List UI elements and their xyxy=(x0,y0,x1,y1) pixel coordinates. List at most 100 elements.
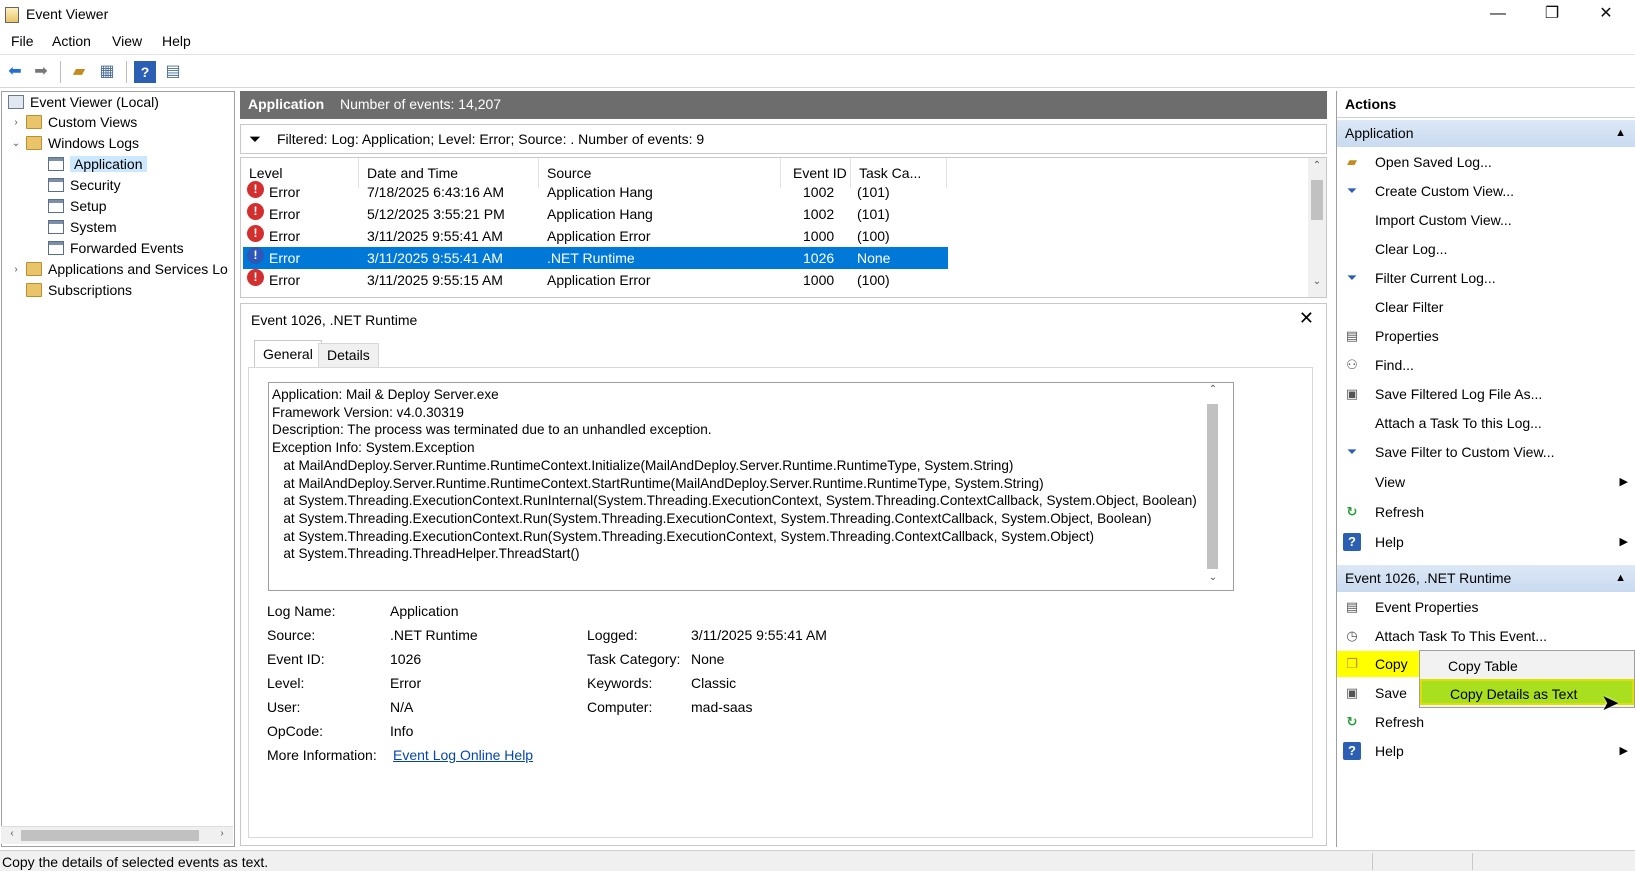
action-event-properties[interactable]: ▤ Event Properties xyxy=(1337,594,1635,620)
event-detail-title: Event 1026, .NET Runtime xyxy=(251,312,418,328)
table-row[interactable]: ! Error 7/18/2025 6:43:16 AM Application… xyxy=(243,181,948,203)
menu-help[interactable]: Help xyxy=(162,33,191,49)
action-save-filtered-log[interactable]: ▣ Save Filtered Log File As... xyxy=(1337,381,1635,407)
folder-icon xyxy=(26,115,42,129)
restore-button[interactable]: ❐ xyxy=(1529,0,1575,30)
tree-root-event-viewer[interactable]: Event Viewer (Local) xyxy=(8,92,159,113)
close-button[interactable]: ✕ xyxy=(1583,0,1629,30)
action-save-filter-to-custom-view[interactable]: ⏷ Save Filter to Custom View... xyxy=(1337,439,1635,465)
submenu-copy-table[interactable]: Copy Table xyxy=(1420,653,1634,679)
action-clear-log[interactable]: Clear Log... xyxy=(1337,236,1635,262)
action-attach-task-to-log[interactable]: Attach a Task To this Log... xyxy=(1337,410,1635,436)
help-icon[interactable]: ? xyxy=(134,61,156,83)
event-id-value: 1026 xyxy=(390,651,422,667)
log-name-value: Application xyxy=(390,603,459,619)
tree-apps-services[interactable]: › Applications and Services Lo xyxy=(10,259,227,280)
actions-section-event[interactable]: Event 1026, .NET Runtime ▲ xyxy=(1337,565,1635,592)
tree-system[interactable]: System xyxy=(48,217,117,238)
action-import-custom-view[interactable]: Import Custom View... xyxy=(1337,207,1635,233)
tree-security[interactable]: Security xyxy=(48,175,121,196)
console-tree: Event Viewer (Local) › Custom Views ⌄ Wind… xyxy=(1,91,235,847)
show-hide-action-pane-icon[interactable]: ▤ xyxy=(162,61,184,83)
tree-horizontal-scrollbar[interactable]: ‹ › xyxy=(1,826,233,844)
scroll-down-icon[interactable]: ⌄ xyxy=(1204,572,1222,583)
error-icon: ! xyxy=(247,203,264,220)
tree-subscriptions[interactable]: Subscriptions xyxy=(26,280,132,301)
action-open-saved-log[interactable]: ▰ Open Saved Log... xyxy=(1337,149,1635,175)
scrollbar-thumb[interactable] xyxy=(1311,180,1323,220)
forward-arrow-icon[interactable]: ➡ xyxy=(30,61,52,83)
menu-action[interactable]: Action xyxy=(52,33,91,49)
field-label: Log Name: xyxy=(267,603,336,619)
log-name: Application xyxy=(248,96,325,112)
event-log-online-help-link[interactable]: Event Log Online Help xyxy=(393,747,533,763)
field-label: Task Category: xyxy=(587,651,681,667)
log-icon xyxy=(48,199,64,213)
event-description[interactable]: Application: Mail & Deploy Server.exe Fr… xyxy=(268,382,1234,591)
menu-bar: File Action View Help xyxy=(0,30,1635,54)
action-view[interactable]: View ▶ xyxy=(1337,469,1635,495)
action-help[interactable]: ? Help ▶ xyxy=(1337,529,1635,555)
help-icon: ? xyxy=(1343,533,1361,551)
show-hide-console-tree-icon[interactable]: ▦ xyxy=(96,61,118,83)
action-help-event[interactable]: ? Help ▶ xyxy=(1337,738,1635,764)
tab-details[interactable]: Details xyxy=(318,343,379,368)
table-row[interactable]: ! Error 3/11/2025 9:55:41 AM Application… xyxy=(243,225,948,247)
actions-header: Actions xyxy=(1337,91,1635,118)
description-vertical-scrollbar[interactable]: ⌃ ⌄ xyxy=(1204,382,1221,591)
expand-chevron-icon[interactable]: › xyxy=(10,259,22,280)
toolbar-separator xyxy=(60,61,61,83)
back-arrow-icon[interactable]: ⬅ xyxy=(4,61,26,83)
tree-forwarded-events[interactable]: Forwarded Events xyxy=(48,238,184,259)
minimize-button[interactable]: — xyxy=(1475,0,1521,30)
field-label: OpCode: xyxy=(267,723,324,739)
scroll-left-icon[interactable]: ‹ xyxy=(3,828,21,839)
action-find[interactable]: ⚇ Find... xyxy=(1337,352,1635,378)
action-clear-filter[interactable]: Clear Filter xyxy=(1337,294,1635,320)
scroll-down-icon[interactable]: ⌄ xyxy=(1308,276,1326,287)
field-label: Computer: xyxy=(587,699,653,715)
tree-setup[interactable]: Setup xyxy=(48,196,107,217)
collapse-chevron-icon[interactable]: ⌄ xyxy=(10,133,22,154)
event-list-vertical-scrollbar[interactable]: ⌃ ⌄ xyxy=(1308,158,1326,297)
action-create-custom-view[interactable]: ⏷ Create Custom View... xyxy=(1337,178,1635,204)
folder-icon xyxy=(26,262,42,276)
up-folder-icon[interactable]: ▰ xyxy=(68,61,90,83)
logged-value: 3/11/2025 9:55:41 AM xyxy=(691,627,827,643)
status-text: Copy the details of selected events as t… xyxy=(2,854,269,870)
action-filter-current-log[interactable]: ⏷ Filter Current Log... xyxy=(1337,265,1635,291)
log-icon xyxy=(48,220,64,234)
field-label: Logged: xyxy=(587,627,638,643)
action-properties[interactable]: ▤ Properties xyxy=(1337,323,1635,349)
table-row-selected[interactable]: ! Error 3/11/2025 9:55:41 AM .NET Runtim… xyxy=(243,247,948,269)
general-tab-panel: Application: Mail & Deploy Server.exe Fr… xyxy=(248,367,1313,838)
menu-view[interactable]: View xyxy=(112,33,142,49)
collapse-caret-icon[interactable]: ▲ xyxy=(1615,565,1626,592)
event-list: Level Date and Time Source Event ID Task… xyxy=(240,157,1327,298)
action-refresh-event[interactable]: ↻ Refresh xyxy=(1337,709,1635,735)
field-label: Keywords: xyxy=(587,675,653,691)
error-icon: ! xyxy=(247,181,264,198)
tree-application[interactable]: Application xyxy=(48,154,147,175)
submenu-arrow-icon: ▶ xyxy=(1619,745,1628,757)
scroll-up-icon[interactable]: ⌃ xyxy=(1308,160,1326,171)
tab-general[interactable]: General xyxy=(254,340,322,368)
tree-custom-views[interactable]: › Custom Views xyxy=(10,112,137,133)
user-value: N/A xyxy=(390,699,414,715)
menu-file[interactable]: File xyxy=(11,33,34,49)
scrollbar-thumb[interactable] xyxy=(21,830,199,841)
tree-windows-logs[interactable]: ⌄ Windows Logs xyxy=(10,133,139,154)
status-separator xyxy=(1472,853,1473,870)
expand-chevron-icon[interactable]: › xyxy=(10,112,22,133)
scroll-right-icon[interactable]: › xyxy=(213,828,231,839)
close-icon[interactable]: ✕ xyxy=(1299,308,1314,329)
scrollbar-thumb[interactable] xyxy=(1207,404,1218,569)
actions-section-application[interactable]: Application ▲ xyxy=(1337,120,1635,147)
collapse-caret-icon[interactable]: ▲ xyxy=(1615,120,1626,147)
table-row[interactable]: ! Error 5/12/2025 3:55:21 PM Application… xyxy=(243,203,948,225)
scroll-up-icon[interactable]: ⌃ xyxy=(1204,384,1222,395)
action-attach-task-to-event[interactable]: ◷ Attach Task To This Event... xyxy=(1337,623,1635,649)
table-row[interactable]: ! Error 3/11/2025 9:55:15 AM Application… xyxy=(243,269,948,291)
log-icon xyxy=(48,157,64,171)
action-refresh[interactable]: ↻ Refresh xyxy=(1337,499,1635,525)
